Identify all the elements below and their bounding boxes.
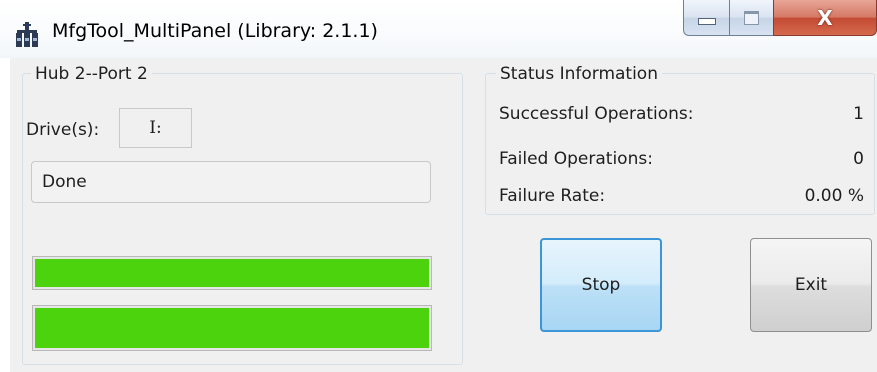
- progress-bar-secondary: [32, 305, 432, 351]
- stop-button[interactable]: Stop: [540, 238, 662, 332]
- hub-port-title: Hub 2--Port 2: [31, 64, 152, 84]
- drive-label: Drive(s):: [26, 120, 100, 140]
- minimize-icon: [697, 18, 716, 25]
- hub-port-group: Hub 2--Port 2 Drive(s): I: Done: [22, 64, 463, 365]
- exit-button[interactable]: Exit: [750, 238, 872, 332]
- progress-bar-primary: [32, 256, 432, 290]
- usb-hub-icon: [16, 22, 38, 47]
- successful-operations-label: Successful Operations:: [499, 104, 694, 124]
- failure-rate-value: 0.00 %: [804, 186, 864, 206]
- maximize-icon: [744, 10, 759, 25]
- failure-rate-label: Failure Rate:: [499, 186, 606, 206]
- drive-value: I:: [119, 108, 192, 148]
- failed-operations-value: 0: [853, 149, 864, 169]
- app-window: MfgTool_MultiPanel (Library: 2.1.1) X Hu…: [0, 0, 877, 372]
- status-information-group: Status Information Successful Operations…: [485, 64, 875, 215]
- progress-fill-secondary: [35, 308, 429, 348]
- caption-buttons: X: [683, 0, 877, 40]
- progress-fill-primary: [35, 259, 429, 287]
- successful-operations-value: 1: [853, 104, 864, 124]
- client-area: Hub 2--Port 2 Drive(s): I: Done Status I…: [10, 58, 877, 372]
- minimize-button[interactable]: [683, 0, 730, 36]
- status-information-title: Status Information: [496, 64, 662, 84]
- status-message: Done: [31, 161, 431, 203]
- failed-operations-label: Failed Operations:: [499, 149, 653, 169]
- maximize-button[interactable]: [729, 0, 774, 36]
- close-button[interactable]: X: [773, 0, 877, 36]
- title-bar[interactable]: MfgTool_MultiPanel (Library: 2.1.1) X: [0, 0, 877, 58]
- close-icon: X: [817, 5, 833, 30]
- window-title: MfgTool_MultiPanel (Library: 2.1.1): [52, 20, 378, 42]
